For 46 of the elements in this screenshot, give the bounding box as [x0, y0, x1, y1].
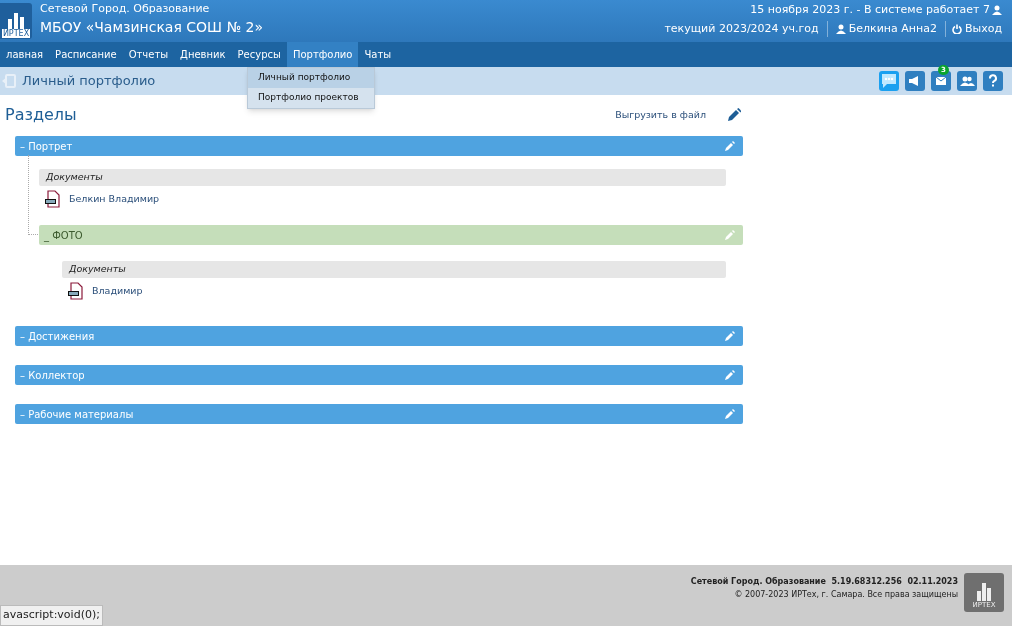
nav-item[interactable]: Дневник [174, 42, 232, 67]
menu-item[interactable]: Портфолио проектов [248, 88, 374, 108]
nav-item[interactable]: лавная [0, 42, 50, 67]
nav-item[interactable]: Отчеты [122, 42, 175, 67]
section-title: – Рабочие материалы [20, 407, 134, 422]
logout-link[interactable]: Выход [945, 20, 1002, 38]
power-icon [951, 24, 962, 34]
page-title: Личный портфолио [22, 72, 156, 91]
file-icon [45, 190, 61, 208]
school-name: МБОУ «Чамзинская СОШ № 2» [40, 18, 263, 36]
section-title: – Достижения [20, 329, 95, 344]
menu-item[interactable]: Личный портфолио [248, 68, 374, 88]
users-icon[interactable] [957, 71, 977, 91]
school-year: текущий 2023/2024 уч.год [664, 20, 828, 38]
section-title: _ ФОТО [44, 228, 83, 243]
subsection-bar[interactable]: _ ФОТО [39, 225, 743, 245]
logo-bars-icon [974, 581, 994, 601]
nav-item[interactable]: Ресурсы [231, 42, 287, 67]
status-bar: avascript:void(0); [0, 605, 103, 626]
section-title: – Коллектор [20, 368, 85, 383]
mail-icon[interactable] [931, 71, 951, 91]
documents-header: Документы [62, 261, 726, 278]
file-icon [68, 282, 84, 300]
edit-icon[interactable] [727, 108, 741, 122]
copyright: © 2007-2023 ИРТех, г. Самара. Все права защищены [734, 589, 958, 601]
back-icon [2, 74, 16, 88]
version-info: Сетевой Город. Образование 5.19.68312.256 02.11.2023 [690, 576, 958, 588]
section-title: – Портрет [20, 139, 73, 154]
user-icon [992, 5, 1002, 15]
date-online-info: 15 ноября 2023 г. - В системе работает 7 [750, 1, 990, 18]
user-icon [835, 24, 846, 34]
nav-item[interactable]: Расписание [49, 42, 123, 67]
help-icon[interactable] [983, 71, 1003, 91]
section-heading: Разделы [5, 104, 77, 126]
nav-item[interactable]: Портфолио [286, 42, 359, 67]
chat-icon[interactable] [879, 71, 899, 91]
documents-header: Документы [39, 169, 726, 186]
file-link[interactable]: Белкин Владимир [69, 191, 160, 207]
logo-text: ИРТЕХ [1, 29, 31, 38]
user-link[interactable]: Белкина Анна2 [827, 20, 946, 38]
nav-item[interactable]: Чаты [358, 42, 398, 67]
megaphone-icon[interactable] [905, 71, 925, 91]
system-name: Сетевой Город. Образование [40, 2, 211, 16]
export-link[interactable]: Выгрузить в файл [615, 107, 706, 123]
file-link[interactable]: Владимир [92, 283, 143, 299]
logo-bars-icon [6, 11, 26, 29]
